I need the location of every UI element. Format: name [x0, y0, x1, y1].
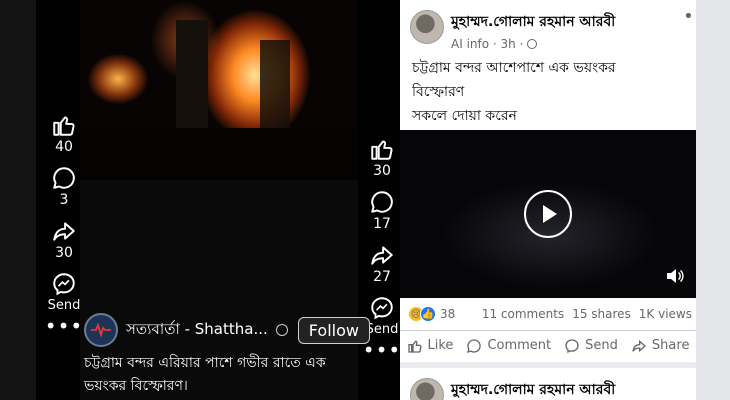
post-feed-panel: মুহাম্মদ.গোলাম রহমান আরবী AI info · 3h ·…: [400, 0, 730, 400]
volume-icon[interactable]: [666, 268, 684, 284]
like-count: 30: [373, 163, 391, 179]
like-button[interactable]: 40: [51, 112, 77, 161]
channel-logo-icon: [91, 323, 111, 337]
post-stats: 😢 👍 38 11 comments 15 shares 1K views: [408, 306, 692, 322]
share-arrow-icon: [53, 222, 75, 241]
share-count: 27: [373, 269, 391, 285]
ground-silhouette: [80, 128, 358, 180]
author-block: মুহাম্মদ.গোলাম রহমান আরবী AI info · 3h ·: [451, 10, 615, 51]
thumbs-up-icon: [407, 340, 422, 353]
post-header: মুহাম্মদ.গোলাম রহমান আরবী AI info · 3h ·: [410, 10, 615, 51]
thumbs-up-icon: [53, 116, 75, 136]
like-reaction-icon: 👍: [420, 306, 436, 322]
fire-glow: [88, 54, 148, 104]
post-actions: Like Comment Send Share: [400, 330, 696, 360]
author-name[interactable]: মুহাম্মদ.গোলাম রহমান আরবী: [451, 378, 615, 400]
reaction-count[interactable]: 38: [440, 307, 455, 321]
send-button[interactable]: Send: [47, 271, 81, 313]
post-card: মুহাম্মদ.গোলাম রহমান আরবী: [400, 368, 730, 400]
post-card: মুহাম্মদ.গোলাম রহমান আরবী AI info · 3h ·…: [400, 0, 730, 362]
globe-icon: [275, 324, 288, 336]
comments-count[interactable]: 11 comments: [482, 307, 564, 321]
share-button[interactable]: Share: [631, 338, 690, 354]
channel-avatar[interactable]: [84, 313, 118, 347]
like-label: Like: [427, 338, 454, 353]
thumbs-up-icon: [371, 140, 393, 160]
post-text: চট্টগ্রাম বন্দর আশেপাশে এক ভয়ংকর বিস্ফো…: [412, 56, 712, 128]
building-silhouette: [176, 20, 208, 130]
play-button[interactable]: [524, 190, 572, 238]
post-text-line: বিস্ফোরণ: [412, 84, 465, 100]
author-block: মুহাম্মদ.গোলাম রহমান আরবী: [451, 378, 615, 400]
sidebar-strip: [0, 0, 36, 400]
post-header: মুহাম্মদ.গোলাম রহমান আরবী: [410, 378, 615, 400]
send-label: Send: [47, 298, 81, 313]
share-arrow-icon: [371, 246, 393, 265]
follow-button[interactable]: Follow: [297, 316, 370, 344]
share-button[interactable]: 30: [51, 218, 77, 267]
globe-icon: [527, 39, 538, 49]
like-button[interactable]: 30: [369, 136, 395, 185]
comment-bubble-icon: [467, 338, 482, 353]
reel-video[interactable]: [80, 0, 358, 180]
reels-panel: 40 3 30 Send ••• 30 17 27 Send ••• সত্যব…: [0, 0, 400, 400]
author-name[interactable]: মুহাম্মদ.গোলাম রহমান আরবী: [451, 10, 615, 34]
post-text-line: সকলে দোয়া করেন: [412, 108, 517, 124]
share-arrow-icon: [632, 339, 646, 352]
engagement-counts: 11 comments 15 shares 1K views: [482, 307, 692, 321]
comment-button[interactable]: Comment: [466, 338, 551, 354]
comment-count: 3: [59, 192, 69, 208]
post-meta: AI info · 3h ·: [451, 37, 615, 51]
author-avatar[interactable]: [410, 378, 444, 400]
send-label: Send: [585, 338, 618, 353]
comment-button[interactable]: 3: [51, 165, 77, 214]
post-text-line: চট্টগ্রাম বন্দর আশেপাশে এক ভয়ংকর: [412, 60, 616, 76]
reel-caption: চট্টগ্রাম বন্দর এরিয়ার পাশে গভীর রাতে এ…: [84, 355, 326, 394]
views-count: 1K views: [638, 307, 692, 321]
comment-count: 17: [373, 216, 391, 232]
share-button[interactable]: 27: [369, 242, 395, 291]
comment-button[interactable]: 17: [369, 189, 395, 238]
share-count: 30: [55, 245, 73, 261]
scroll-gutter: [696, 0, 730, 400]
shares-count[interactable]: 15 shares: [572, 307, 631, 321]
channel-row: সত্যবার্তা - Shattha... Follow: [84, 312, 384, 348]
send-button[interactable]: Send: [564, 338, 618, 354]
play-icon: [543, 205, 557, 223]
comment-label: Comment: [487, 338, 552, 353]
channel-name[interactable]: সত্যবার্তা - Shattha...: [126, 318, 268, 343]
building-silhouette: [260, 40, 290, 130]
share-label: Share: [651, 338, 690, 353]
post-video[interactable]: [400, 130, 696, 298]
messenger-icon: [565, 338, 579, 353]
like-count: 40: [55, 139, 73, 155]
more-options-icon[interactable]: •••: [45, 316, 83, 336]
reel-info: সত্যবার্তা - Shattha... Follow চট্টগ্রাম…: [84, 312, 384, 398]
like-button[interactable]: Like: [407, 338, 454, 354]
author-avatar[interactable]: [410, 10, 444, 44]
messenger-icon: [53, 273, 75, 296]
post-meta-text: AI info · 3h ·: [451, 37, 524, 51]
comment-bubble-icon: [371, 191, 393, 213]
comment-bubble-icon: [53, 167, 75, 189]
